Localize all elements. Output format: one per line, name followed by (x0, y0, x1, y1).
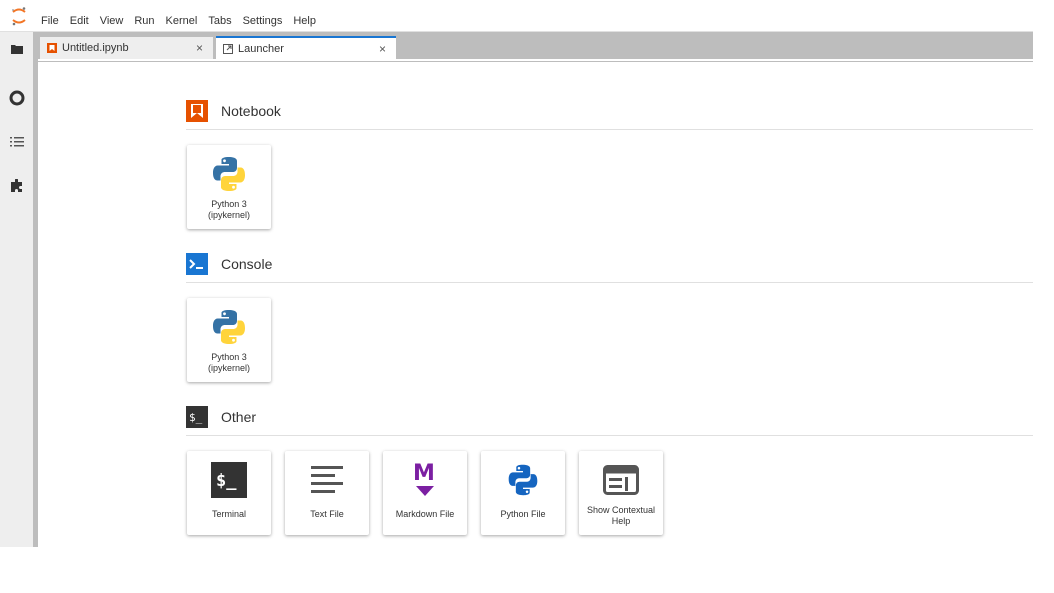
folder-icon[interactable] (8, 40, 26, 58)
section-divider (186, 129, 1033, 130)
markdown-file-card[interactable]: M Markdown File (383, 451, 467, 535)
notebook-icon (186, 100, 208, 122)
python-file-icon (481, 459, 565, 501)
card-label: Markdown File (395, 509, 455, 519)
jupyter-logo-icon[interactable] (0, 0, 38, 32)
card-label: Python File (500, 509, 546, 519)
markdown-icon: M (383, 459, 467, 501)
console-python3-card[interactable]: Python 3 (ipykernel) (187, 298, 271, 382)
card-label: Python 3 (ipykernel) (207, 199, 250, 220)
launcher-icon (223, 44, 233, 54)
menu-tabs[interactable]: Tabs (208, 5, 231, 27)
contextual-help-card[interactable]: Show Contextual Help (579, 451, 663, 535)
notebook-python3-card[interactable]: Python 3 (ipykernel) (187, 145, 271, 229)
card-label: Show Contextual Help (586, 505, 656, 526)
text-file-card[interactable]: Text File (285, 451, 369, 535)
section-title-console: Console (221, 256, 273, 272)
svg-text:$_: $_ (216, 471, 237, 491)
menu-edit[interactable]: Edit (70, 5, 89, 27)
table-of-contents-icon[interactable] (8, 133, 26, 151)
console-section-header: Console (186, 253, 272, 275)
left-activity-bar (0, 32, 33, 547)
tab-label: Untitled.ipynb (62, 42, 129, 54)
svg-text:$_: $_ (189, 411, 203, 424)
menu-view[interactable]: View (100, 5, 124, 27)
contextual-help-icon (579, 459, 663, 501)
tab-bar: Untitled.ipynb × Launcher × (38, 32, 1033, 60)
svg-text:M: M (413, 461, 435, 486)
terminal-icon: $_ (187, 459, 271, 501)
menu-run[interactable]: Run (134, 5, 154, 27)
console-icon (186, 253, 208, 275)
text-file-icon (285, 459, 369, 501)
section-title-notebook: Notebook (221, 103, 281, 119)
terminal-card[interactable]: $_ Terminal (187, 451, 271, 535)
python-file-card[interactable]: Python File (481, 451, 565, 535)
launcher-panel: Notebook Python 3 (ipykernel) Console Py… (38, 63, 1033, 547)
notebook-section-header: Notebook (186, 100, 281, 122)
tab-launcher[interactable]: Launcher × (216, 36, 396, 60)
terminal-icon: $_ (186, 406, 208, 428)
menu-help[interactable]: Help (293, 5, 316, 27)
other-section-header: $_ Other (186, 406, 256, 428)
close-tab-icon[interactable]: × (379, 42, 386, 56)
tab-untitled-ipynb[interactable]: Untitled.ipynb × (40, 37, 214, 59)
section-title-other: Other (221, 409, 257, 425)
card-label: Terminal (211, 509, 246, 519)
menu-file[interactable]: File (41, 5, 59, 27)
menu-bar: File Edit View Run Kernel Tabs Settings … (0, 0, 1033, 32)
notebook-icon (47, 43, 57, 53)
menu-settings[interactable]: Settings (243, 5, 283, 27)
running-kernels-icon[interactable] (8, 89, 26, 107)
card-label: Text File (310, 509, 344, 519)
jupyterlab-window: File Edit View Run Kernel Tabs Settings … (0, 0, 1054, 593)
python-logo-icon (187, 153, 271, 195)
tab-bar-underline (38, 59, 1033, 62)
python-logo-icon (187, 306, 271, 348)
section-divider (186, 435, 1033, 436)
extension-puzzle-icon[interactable] (8, 177, 26, 195)
tab-label: Launcher (238, 43, 284, 55)
close-tab-icon[interactable]: × (196, 41, 203, 55)
menu-kernel[interactable]: Kernel (166, 5, 198, 27)
section-divider (186, 282, 1033, 283)
card-label: Python 3 (ipykernel) (207, 352, 250, 373)
